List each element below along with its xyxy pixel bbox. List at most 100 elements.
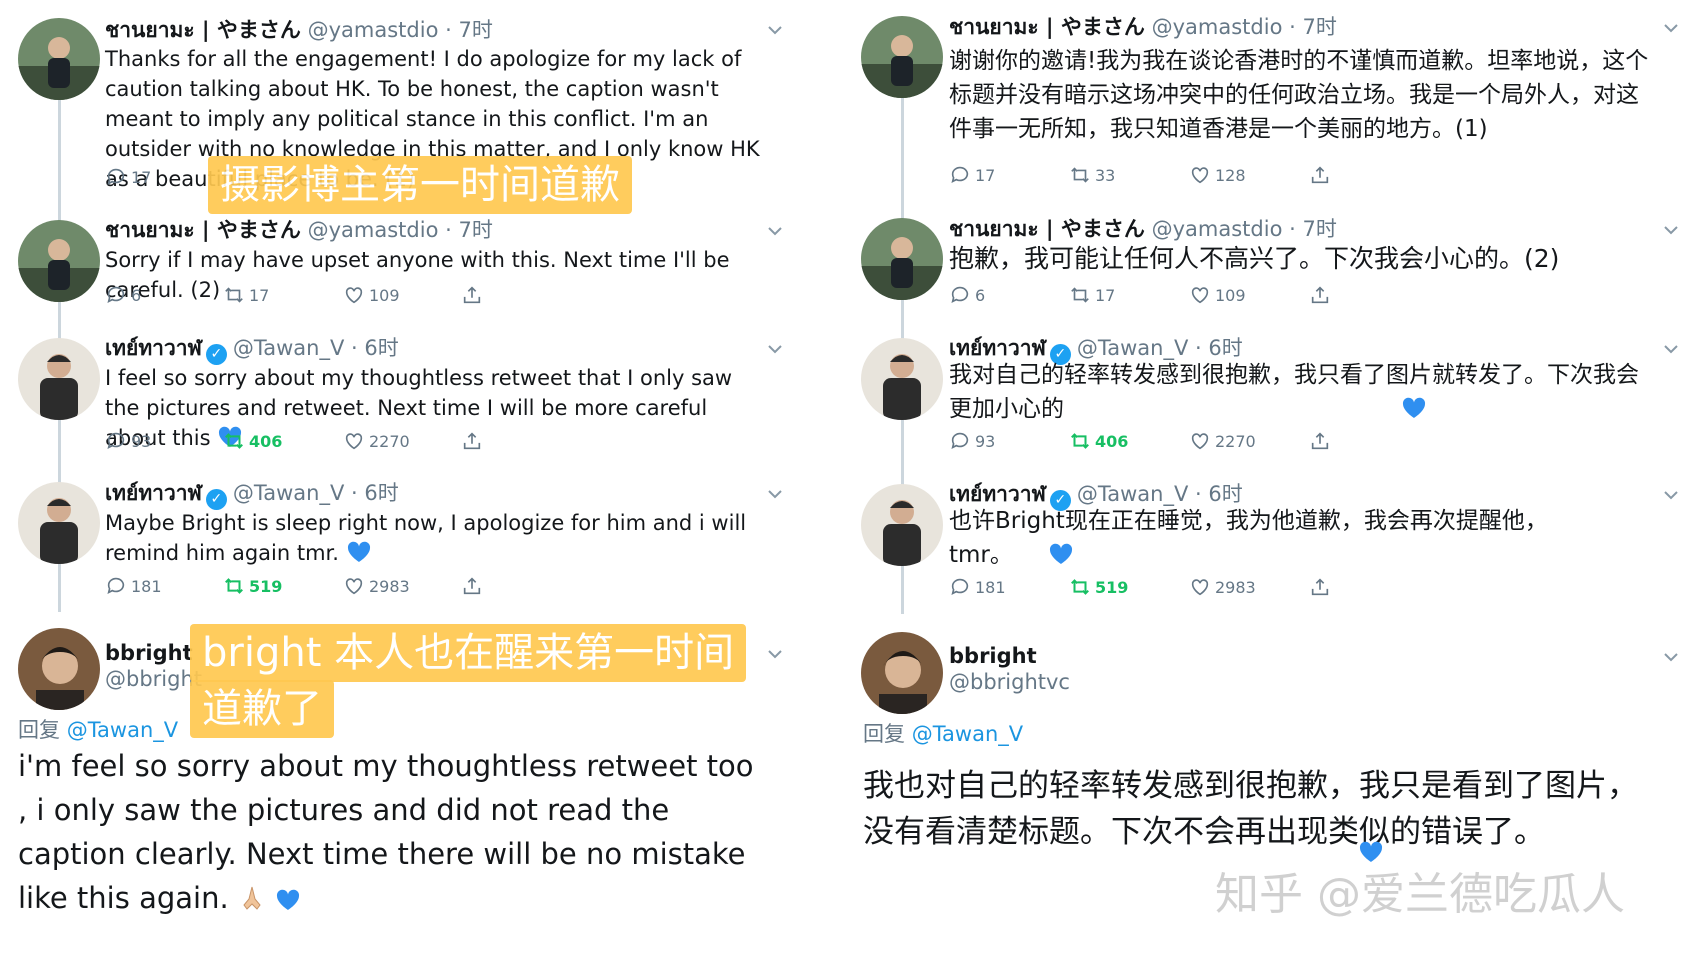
timestamp[interactable]: · 7时 <box>1289 217 1337 241</box>
callout-photographer-apology: 摄影博主第一时间道歉 <box>208 156 632 214</box>
share-button[interactable] <box>461 430 483 452</box>
reply-button[interactable]: 17 <box>105 166 151 188</box>
avatar-yamastdio[interactable] <box>861 16 943 98</box>
display-name[interactable]: ชานยามะ | やまさん <box>949 15 1145 39</box>
chevron-down-icon[interactable] <box>765 221 785 241</box>
like-count: 2270 <box>1215 431 1256 451</box>
share-button[interactable] <box>461 284 483 306</box>
tweet-text-line2: tmr。 <box>949 538 1649 572</box>
timestamp[interactable]: · 6时 <box>351 336 399 360</box>
retweet-button[interactable]: 17 <box>223 284 269 306</box>
share-button[interactable] <box>461 575 483 597</box>
reply-button[interactable]: 93 <box>949 430 995 452</box>
share-button[interactable] <box>1309 576 1331 598</box>
reply-button[interactable]: 181 <box>949 576 1006 598</box>
share-button[interactable] <box>1309 164 1331 186</box>
retweet-button[interactable]: 17 <box>1069 284 1115 306</box>
timestamp[interactable]: · 6时 <box>351 481 399 505</box>
tweet-text: 谢谢你的邀请!我为我在谈论香港时的不谨慎而道歉。坦率地说，这个标题并没有暗示这场… <box>949 48 1649 142</box>
like-button[interactable]: 109 <box>1189 284 1246 306</box>
like-button[interactable]: 128 <box>1189 164 1246 186</box>
reply-count: 93 <box>975 431 996 451</box>
reply-icon <box>951 286 969 303</box>
chevron-down-icon[interactable] <box>765 20 785 40</box>
share-button[interactable] <box>1309 284 1331 306</box>
reply-button[interactable]: 93 <box>105 430 151 452</box>
handle[interactable]: @Tawan_V <box>233 481 344 505</box>
verified-badge-icon: ✓ <box>205 344 227 365</box>
chevron-down-icon[interactable] <box>1661 339 1681 359</box>
chevron-down-icon[interactable] <box>765 644 785 664</box>
verified-badge-icon: ✓ <box>205 489 227 510</box>
display-name[interactable]: bbright <box>949 644 1037 668</box>
display-name[interactable]: ชานยามะ | やまさん <box>949 217 1145 241</box>
avatar-tawan[interactable] <box>18 338 100 420</box>
heart-icon <box>345 287 363 304</box>
heart-icon <box>345 578 363 595</box>
avatar-bbright[interactable] <box>861 632 943 714</box>
like-button[interactable]: 2983 <box>1189 576 1256 598</box>
retweet-button[interactable]: 519 <box>223 575 282 597</box>
share-icon <box>1311 432 1329 450</box>
retweet-button[interactable]: 33 <box>1069 164 1115 186</box>
timestamp[interactable]: · 7时 <box>445 218 493 242</box>
blue-heart-icon <box>275 888 301 912</box>
reply-to-handle[interactable]: @Tawan_V <box>912 722 1023 746</box>
tweet-header: เทย์ทาวาฬ ✓ @Tawan_V · 6时 <box>105 480 399 510</box>
display-name[interactable]: เทย์ทาวาฬ <box>105 481 202 505</box>
retweet-button[interactable]: 406 <box>223 430 282 452</box>
avatar-tawan[interactable] <box>18 482 100 564</box>
timestamp[interactable]: · 6时 <box>1195 482 1243 506</box>
handle[interactable]: @yamastdio <box>1152 217 1283 241</box>
handle[interactable]: @Tawan_V <box>1077 482 1188 506</box>
retweet-icon <box>1071 433 1089 449</box>
avatar-yamastdio[interactable] <box>861 218 943 300</box>
like-button[interactable]: 2270 <box>1189 430 1256 452</box>
reply-button[interactable]: 6 <box>949 284 985 306</box>
like-button[interactable]: 2270 <box>343 430 410 452</box>
chevron-down-icon[interactable] <box>1661 18 1681 38</box>
handle[interactable]: @bbright <box>105 667 202 691</box>
timestamp[interactable]: · 7时 <box>445 18 493 42</box>
avatar-bbright[interactable] <box>18 628 100 710</box>
handle[interactable]: @bbrightvc <box>949 670 1070 694</box>
reply-button[interactable]: 6 <box>105 284 141 306</box>
chevron-down-icon[interactable] <box>1661 220 1681 240</box>
handle[interactable]: @Tawan_V <box>233 336 344 360</box>
retweet-button[interactable]: 519 <box>1069 576 1128 598</box>
retweet-count: 519 <box>1095 577 1129 597</box>
display-name[interactable]: ชานยามะ | やまさん <box>105 18 301 42</box>
avatar-tawan[interactable] <box>861 338 943 420</box>
share-button[interactable] <box>1309 430 1331 452</box>
chevron-down-icon[interactable] <box>1661 485 1681 505</box>
display-name[interactable]: เทย์ทาวาฬ <box>949 482 1046 506</box>
timestamp[interactable]: · 7时 <box>1289 15 1337 39</box>
avatar-tawan[interactable] <box>861 484 943 566</box>
chevron-down-icon[interactable] <box>765 339 785 359</box>
display-name[interactable]: ชานยามะ | やまさん <box>105 218 301 242</box>
handle[interactable]: @Tawan_V <box>1077 336 1188 360</box>
handle[interactable]: @yamastdio <box>308 18 439 42</box>
handle[interactable]: @yamastdio <box>308 218 439 242</box>
retweet-icon <box>225 433 243 449</box>
timestamp[interactable]: · 6时 <box>1195 336 1243 360</box>
tweet-header: ชานยามะ | やまさん @yamastdio · 7时 <box>949 216 1337 242</box>
reply-count: 17 <box>131 167 152 187</box>
tweet-text: 也许Bright现在正在睡觉，我为他道歉，我会再次提醒他， tmr。 <box>949 504 1649 572</box>
reply-to-handle[interactable]: @Tawan_V <box>67 718 178 742</box>
tweet-actions: 93 406 2270 <box>105 430 505 456</box>
retweet-button[interactable]: 406 <box>1069 430 1128 452</box>
handle[interactable]: @yamastdio <box>1152 15 1283 39</box>
reply-button[interactable]: 181 <box>105 575 162 597</box>
display-name[interactable]: เทย์ทาวาฬ <box>949 336 1046 360</box>
avatar-yamastdio[interactable] <box>18 220 100 302</box>
like-button[interactable]: 109 <box>343 284 400 306</box>
reply-prefix: 回复 <box>18 718 60 742</box>
display-name[interactable]: เทย์ทาวาฬ <box>105 336 202 360</box>
display-name[interactable]: bbright <box>105 641 193 665</box>
chevron-down-icon[interactable] <box>1661 647 1681 667</box>
chevron-down-icon[interactable] <box>765 484 785 504</box>
like-button[interactable]: 2983 <box>343 575 410 597</box>
avatar-yamastdio[interactable] <box>18 18 100 100</box>
reply-button[interactable]: 17 <box>949 164 995 186</box>
